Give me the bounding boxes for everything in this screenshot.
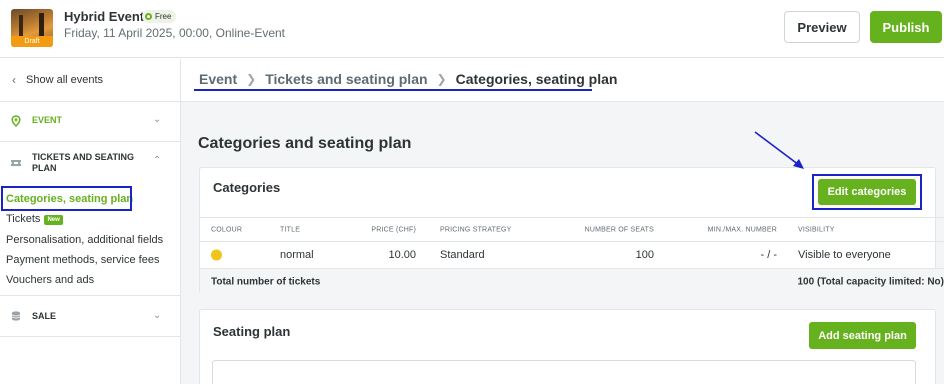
chevron-down-icon: ⌄: [153, 310, 162, 321]
free-badge-label: Free: [155, 12, 172, 21]
edit-categories-button[interactable]: Edit categories: [818, 179, 916, 205]
sidebar-section-tickets[interactable]: TICKETS AND SEATING PLAN ⌃: [0, 143, 180, 183]
event-thumbnail[interactable]: Draft: [11, 9, 53, 47]
annotation-highlight-box: [1, 186, 132, 211]
cell-seats: 100: [635, 249, 654, 261]
cell-pricing-strategy: Standard: [440, 249, 485, 261]
top-bar: Draft Hybrid Event Free Friday, 11 April…: [0, 0, 944, 58]
sidebar-item-payment[interactable]: Payment methods, service fees: [6, 254, 159, 266]
event-title: Hybrid Event: [64, 9, 145, 24]
status-dot-icon: [145, 13, 152, 20]
chevron-left-icon: ‹: [12, 73, 16, 87]
breadcrumb: Event ❯ Tickets and seating plan ❯ Categ…: [199, 71, 617, 87]
categories-title: Categories: [213, 180, 281, 195]
cell-title: normal: [280, 249, 314, 261]
total-label: Total number of tickets: [211, 276, 321, 287]
categories-table-header: COLOUR TITLE PRICE (CHF) PRICING STRATEG…: [200, 217, 944, 242]
column-header-title: TITLE: [280, 226, 301, 233]
seating-plan-area: [212, 360, 916, 384]
sidebar-item-tickets-label: Tickets: [6, 213, 41, 225]
column-header-pricing-strategy: PRICING STRATEGY: [440, 226, 512, 233]
draft-badge: Draft: [11, 36, 53, 47]
new-badge: New: [44, 215, 63, 225]
event-subtitle: Friday, 11 April 2025, 00:00, Online-Eve…: [64, 26, 286, 40]
thumbnail-tree: [39, 13, 44, 37]
table-total-row: Total number of tickets 100 (Total capac…: [200, 268, 944, 294]
seating-plan-title: Seating plan: [213, 324, 291, 339]
column-header-colour: COLOUR: [211, 226, 243, 233]
cell-price: 10.00: [388, 249, 416, 261]
location-pin-icon: [11, 115, 21, 127]
breadcrumb-item-current: Categories, seating plan: [455, 71, 618, 87]
sidebar-item-tickets[interactable]: Tickets New: [6, 213, 63, 225]
cell-visibility: Visible to everyone: [798, 249, 891, 261]
chevron-right-icon: ❯: [436, 72, 447, 86]
cell-minmax: - / -: [760, 249, 778, 261]
column-header-visibility: VISIBILITY: [798, 226, 835, 233]
column-header-minmax: MIN./MAX. NUMBER: [707, 226, 777, 233]
sidebar-section-tickets-label: TICKETS AND SEATING PLAN: [32, 152, 134, 174]
main-content: Event ❯ Tickets and seating plan ❯ Categ…: [181, 59, 944, 384]
category-colour-swatch: [211, 249, 222, 261]
chevron-down-icon: ⌄: [153, 114, 162, 125]
show-all-events-label: Show all events: [26, 74, 104, 86]
sidebar-section-sale-label: SALE: [32, 311, 57, 321]
sidebar-section-event-label: EVENT: [32, 115, 63, 125]
sidebar: ‹ Show all events EVENT ⌄ TICKETS AND SE…: [0, 59, 181, 384]
page-title: Categories and seating plan: [198, 135, 412, 152]
sidebar-section-tickets-label-line1: TICKETS AND SEATING: [32, 152, 135, 162]
sidebar-item-personalisation[interactable]: Personalisation, additional fields: [6, 234, 163, 246]
free-badge: Free: [142, 10, 177, 23]
breadcrumb-bar: Event ❯ Tickets and seating plan ❯ Categ…: [181, 59, 944, 102]
annotation-arrow-icon: [754, 131, 804, 169]
sidebar-section-sale[interactable]: SALE ⌄: [0, 295, 180, 337]
total-value: 100 (Total capacity limited: No): [797, 276, 944, 287]
show-all-events-link[interactable]: ‹ Show all events: [0, 59, 180, 102]
sidebar-section-event[interactable]: EVENT ⌄: [0, 102, 180, 142]
publish-button[interactable]: Publish: [870, 11, 942, 43]
sidebar-section-tickets-label-line2: PLAN: [32, 163, 57, 173]
preview-button[interactable]: Preview: [784, 11, 860, 43]
breadcrumb-item-event[interactable]: Event: [199, 71, 237, 87]
add-seating-plan-button[interactable]: Add seating plan: [809, 322, 916, 349]
column-header-seats: NUMBER OF SEATS: [584, 226, 654, 233]
coins-icon: [11, 311, 21, 321]
chevron-up-icon: ⌃: [153, 155, 162, 166]
column-header-price: PRICE (CHF): [371, 226, 416, 233]
sidebar-item-vouchers[interactable]: Vouchers and ads: [6, 274, 94, 286]
breadcrumb-item-tickets[interactable]: Tickets and seating plan: [265, 71, 427, 87]
table-row[interactable]: normal 10.00 Standard 100 - / - Visible …: [200, 242, 944, 268]
thumbnail-tree: [19, 15, 23, 37]
chevron-right-icon: ❯: [246, 72, 257, 86]
annotation-underline: [194, 89, 592, 91]
ticket-icon: [11, 160, 21, 166]
